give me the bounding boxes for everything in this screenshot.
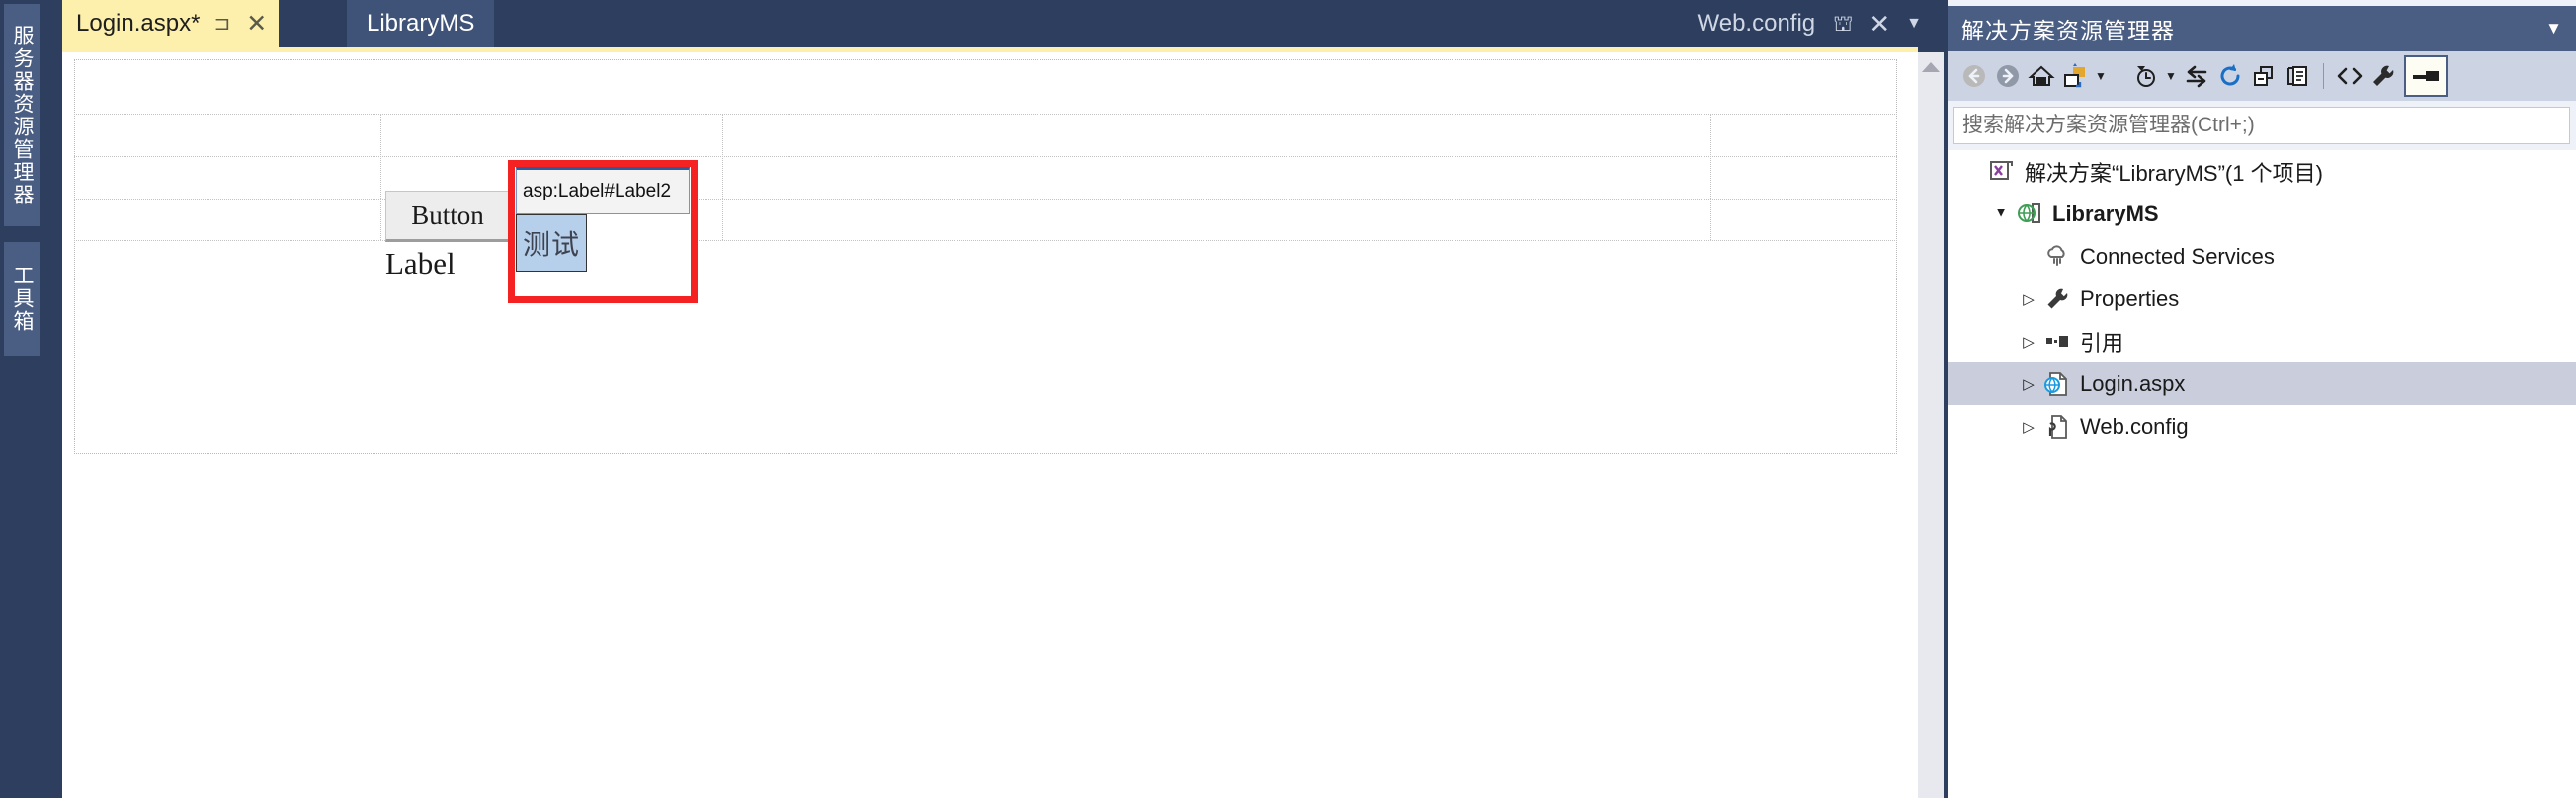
layout-grid-line bbox=[380, 114, 381, 240]
sidebar-tab-server-explorer[interactable]: 服务器资源管理器 bbox=[4, 4, 40, 226]
design-label-control[interactable]: Label bbox=[385, 246, 456, 281]
restore-window-icon[interactable]: ⛫ bbox=[1833, 13, 1853, 35]
expander-expanded-icon[interactable]: ▲ bbox=[1989, 206, 2013, 221]
solution-icon bbox=[1985, 159, 2019, 185]
solution-explorer-titlebar: 解决方案资源管理器 ▼ bbox=[1948, 6, 2576, 51]
layout-grid-line bbox=[722, 114, 723, 240]
chevron-down-icon[interactable]: ▼ bbox=[2545, 19, 2562, 39]
tree-item-label: 解决方案“LibraryMS”(1 个项目) bbox=[2025, 160, 2323, 186]
scroll-up-icon[interactable] bbox=[1922, 62, 1940, 72]
design-button-control[interactable]: Button bbox=[385, 191, 510, 242]
sidebar-tab-toolbox[interactable]: 工具箱 bbox=[4, 242, 40, 356]
pin-icon[interactable]: ⊐ bbox=[213, 14, 230, 34]
refresh-button[interactable] bbox=[2213, 56, 2247, 96]
tree-item-libraryms[interactable]: ▲ LibraryMS bbox=[1948, 193, 2576, 235]
connected-services-icon bbox=[2040, 244, 2074, 270]
expander-collapsed-icon[interactable]: ▷ bbox=[2017, 375, 2040, 393]
webconfig-document-label[interactable]: Web.config bbox=[1698, 10, 1816, 38]
tab-login-aspx[interactable]: Login.aspx* ⊐ ✕ bbox=[62, 0, 280, 47]
layout-grid-line bbox=[1710, 114, 1711, 240]
collapse-all-button[interactable] bbox=[2247, 56, 2281, 96]
sync-with-active-document-button[interactable] bbox=[2058, 56, 2092, 96]
web-project-icon bbox=[2013, 201, 2046, 227]
home-button[interactable] bbox=[2025, 56, 2058, 96]
close-icon[interactable]: ✕ bbox=[1869, 11, 1890, 37]
expander-collapsed-icon[interactable]: ▷ bbox=[2017, 290, 2040, 308]
tree-item-web-config[interactable]: ▷ Web.config bbox=[1948, 405, 2576, 447]
show-all-files-button[interactable] bbox=[2281, 56, 2314, 96]
wrench-icon[interactable] bbox=[2367, 56, 2400, 96]
toolbar-separator bbox=[2323, 63, 2324, 89]
back-button[interactable] bbox=[1957, 56, 1991, 96]
layout-grid-line bbox=[74, 199, 1897, 200]
layout-grid-line bbox=[74, 114, 1897, 115]
tab-libraryms-label: LibraryMS bbox=[367, 10, 475, 37]
expander-collapsed-icon[interactable]: ▷ bbox=[2017, 418, 2040, 436]
solution-explorer-search[interactable] bbox=[1953, 107, 2570, 144]
search-input[interactable] bbox=[1960, 113, 2569, 138]
tree-item-label: 引用 bbox=[2080, 330, 2124, 356]
tree-item-login-aspx[interactable]: ▷ Login.aspx bbox=[1948, 362, 2576, 405]
close-icon[interactable]: ✕ bbox=[246, 11, 267, 37]
tree-item-properties[interactable]: ▷ Properties bbox=[1948, 278, 2576, 320]
preview-selected-items-button[interactable] bbox=[2404, 55, 2448, 97]
wrench-icon bbox=[2040, 286, 2074, 312]
tree-item-label: Connected Services bbox=[2080, 243, 2275, 269]
layout-grid-line bbox=[74, 240, 1897, 241]
editor-region: Login.aspx* ⊐ ✕ LibraryMS Web.config ⛫ ✕… bbox=[62, 0, 1948, 798]
chevron-down-icon[interactable]: ▼ bbox=[1906, 16, 1922, 32]
tree-item-label: Web.config bbox=[2080, 413, 2189, 439]
tree-item-label: Properties bbox=[2080, 285, 2180, 311]
tree-item-libraryms-1[interactable]: 解决方案“LibraryMS”(1 个项目) bbox=[1948, 150, 2576, 193]
solution-explorer-panel: 解决方案资源管理器 ▼ ▼ ▼ 搜索解决方案资源管理器(Ctrl+;) 解决方案… bbox=[1948, 0, 2576, 798]
pending-changes-filter-button[interactable] bbox=[2128, 56, 2162, 96]
config-file-icon bbox=[2040, 414, 2074, 439]
tree-item-label: LibraryMS bbox=[2052, 200, 2159, 226]
form-region-outline bbox=[74, 59, 1897, 454]
references-icon bbox=[2040, 329, 2074, 355]
switch-views-button[interactable] bbox=[2180, 56, 2213, 96]
tab-login-aspx-label: Login.aspx* bbox=[76, 10, 201, 37]
expander-collapsed-icon[interactable]: ▷ bbox=[2017, 333, 2040, 351]
solution-tree[interactable]: 解决方案“LibraryMS”(1 个项目) ▲ LibraryMS Connecte… bbox=[1948, 150, 2576, 798]
tree-item-label: Login.aspx bbox=[2080, 370, 2186, 396]
solution-explorer-toolbar: ▼ ▼ bbox=[1948, 51, 2576, 101]
panel-title: 解决方案资源管理器 bbox=[1961, 18, 2175, 43]
chevron-down-icon[interactable]: ▼ bbox=[2092, 56, 2110, 96]
control-id-smart-tag[interactable]: asp:Label#Label2 bbox=[516, 167, 690, 214]
document-group-controls: Web.config ⛫ ✕ ▼ bbox=[1698, 0, 1948, 47]
tree-item-connected-services[interactable]: Connected Services bbox=[1948, 235, 2576, 278]
design-label2-selected-text[interactable]: 测试 bbox=[516, 214, 587, 272]
document-tab-strip: Login.aspx* ⊐ ✕ LibraryMS Web.config ⛫ ✕… bbox=[62, 0, 1948, 47]
layout-grid-line bbox=[74, 156, 1897, 157]
chevron-down-icon[interactable]: ▼ bbox=[2162, 56, 2180, 96]
tree-item-[interactable]: ▷ 引用 bbox=[1948, 320, 2576, 362]
editor-vertical-scrollbar[interactable] bbox=[1918, 52, 1944, 798]
forward-button[interactable] bbox=[1991, 56, 2025, 96]
tab-libraryms[interactable]: LibraryMS bbox=[347, 0, 495, 47]
web-form-icon bbox=[2040, 371, 2074, 397]
left-tool-dock: 服务器资源管理器 工具箱 bbox=[0, 0, 62, 798]
web-form-design-surface[interactable]: Button Label asp:Label#Label2 测试 bbox=[62, 52, 1918, 798]
angle-brackets-icon[interactable] bbox=[2333, 56, 2367, 96]
